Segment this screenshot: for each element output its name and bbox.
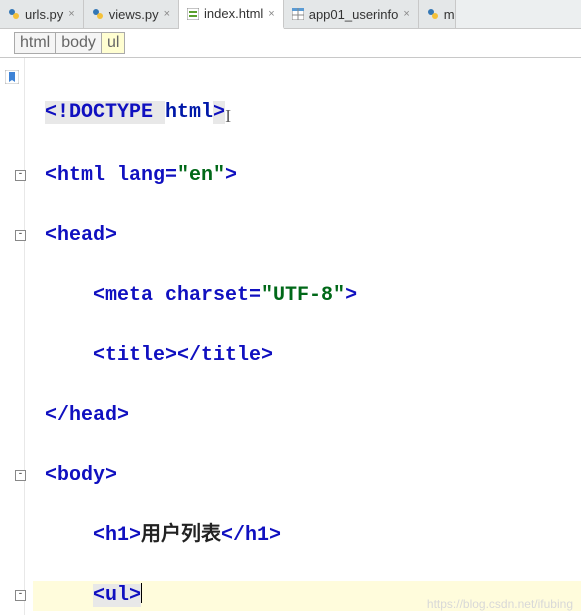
code-line: <h1>用户列表</h1> bbox=[33, 521, 581, 551]
crumb-html[interactable]: html bbox=[14, 32, 56, 54]
fold-icon[interactable]: - bbox=[15, 230, 26, 241]
python-icon bbox=[427, 8, 439, 20]
code-line: -<body> bbox=[33, 461, 581, 491]
code-line: <!DOCTYPE html>I bbox=[33, 98, 581, 131]
code-line: -<head> bbox=[33, 221, 581, 251]
python-icon bbox=[8, 8, 20, 20]
caret bbox=[141, 583, 142, 603]
html-icon bbox=[187, 8, 199, 20]
code-line: -<html lang="en"> bbox=[33, 161, 581, 191]
tab-label: index.html bbox=[204, 6, 263, 21]
close-icon[interactable]: × bbox=[68, 8, 74, 20]
text-cursor-icon: I bbox=[225, 101, 231, 131]
tab-label: m bbox=[444, 7, 455, 22]
fold-icon[interactable]: - bbox=[15, 170, 26, 181]
code-editor[interactable]: <!DOCTYPE html>I -<html lang="en"> -<hea… bbox=[25, 58, 581, 615]
crumb-body[interactable]: body bbox=[56, 32, 102, 54]
close-icon[interactable]: × bbox=[268, 8, 274, 20]
tab-app01-userinfo[interactable]: app01_userinfo × bbox=[284, 0, 419, 28]
code-line: <meta charset="UTF-8"> bbox=[33, 281, 581, 311]
tab-overflow[interactable]: m bbox=[419, 0, 456, 28]
table-icon bbox=[292, 8, 304, 20]
close-icon[interactable]: × bbox=[164, 8, 170, 20]
close-icon[interactable]: × bbox=[403, 8, 409, 20]
breadcrumb: html body ul bbox=[0, 29, 581, 58]
fold-icon[interactable]: - bbox=[15, 470, 26, 481]
watermark: https://blog.csdn.net/ifubing bbox=[427, 597, 573, 611]
fold-icon[interactable]: - bbox=[15, 590, 26, 601]
bookmark-icon[interactable] bbox=[5, 70, 19, 84]
editor-tabs: urls.py × views.py × index.html × app01_… bbox=[0, 0, 581, 29]
code-line: <title></title> bbox=[33, 341, 581, 371]
python-icon bbox=[92, 8, 104, 20]
tab-views-py[interactable]: views.py × bbox=[84, 0, 179, 28]
editor-area: <!DOCTYPE html>I -<html lang="en"> -<hea… bbox=[0, 58, 581, 615]
tab-label: urls.py bbox=[25, 7, 63, 22]
tab-label: app01_userinfo bbox=[309, 7, 399, 22]
code-line: </head> bbox=[33, 401, 581, 431]
tab-index-html[interactable]: index.html × bbox=[179, 0, 284, 29]
tab-urls-py[interactable]: urls.py × bbox=[0, 0, 84, 28]
crumb-ul[interactable]: ul bbox=[102, 32, 125, 54]
gutter bbox=[0, 58, 25, 615]
tab-label: views.py bbox=[109, 7, 159, 22]
